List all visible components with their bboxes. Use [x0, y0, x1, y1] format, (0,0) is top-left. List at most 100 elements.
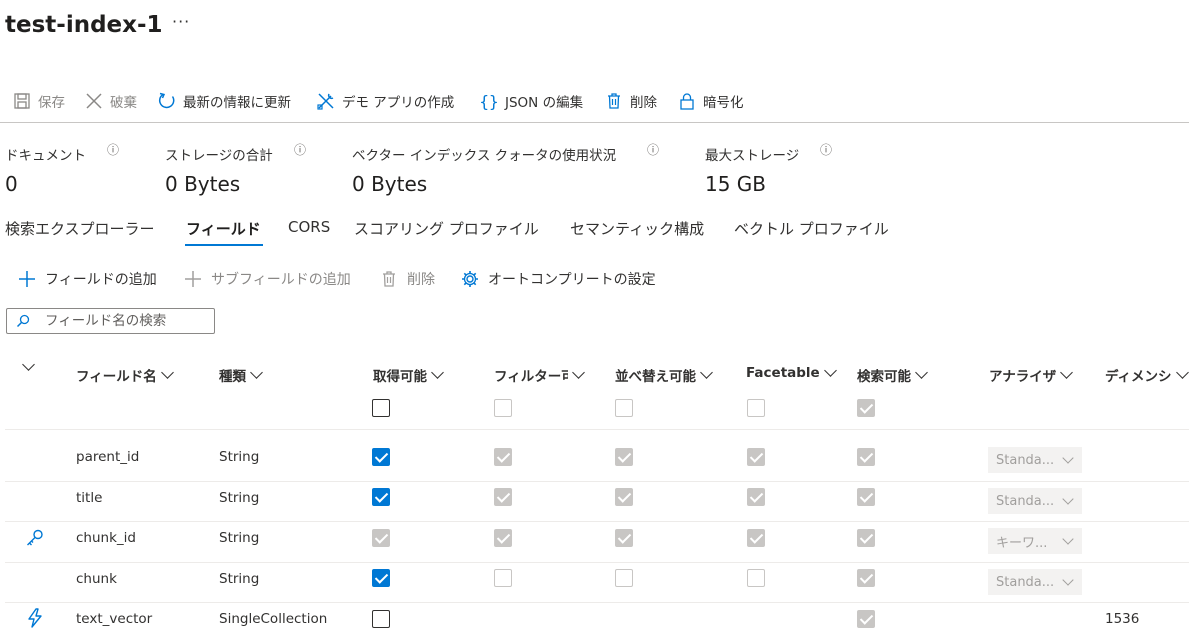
facetable-checkbox[interactable] — [747, 448, 765, 466]
searchable-checkbox[interactable] — [857, 448, 875, 466]
sortable-checkbox[interactable] — [615, 488, 633, 506]
delete-index-label: 削除 — [630, 95, 657, 111]
create-demo-app-label: デモ アプリの作成 — [342, 95, 455, 111]
filterable-checkbox[interactable] — [494, 488, 512, 506]
select-all-sortable-checkbox[interactable] — [615, 399, 633, 417]
column-header-searchable[interactable]: 検索可能 — [857, 365, 928, 385]
create-demo-app-button[interactable]: デモ アプリの作成 — [316, 86, 454, 116]
discard-label: 破棄 — [110, 95, 137, 111]
add-subfield-label: サブフィールドの追加 — [211, 272, 351, 288]
column-header-sortable[interactable]: 並べ替え可能 — [615, 365, 713, 385]
chevron-down-icon — [160, 366, 174, 379]
command-bar: 保存 破棄 最新の情報に更新 デモ アプリの作成 {} JSON の編集 削除 … — [0, 86, 1189, 123]
select-all-retrievable-checkbox[interactable] — [372, 399, 390, 417]
delete-field-button[interactable]: 削除 — [379, 267, 435, 291]
column-header-facetable[interactable]: Facetable — [746, 364, 837, 381]
autocomplete-settings-button[interactable]: オートコンプリートの設定 — [460, 267, 656, 291]
tab-semantic-configuration[interactable]: セマンティック構成 — [570, 218, 704, 239]
retrievable-checkbox[interactable] — [372, 529, 390, 547]
analyzer-dropdown[interactable]: キーワ... — [988, 528, 1082, 554]
retrievable-checkbox[interactable] — [372, 569, 390, 587]
filterable-checkbox[interactable] — [494, 448, 512, 466]
column-header-analyzer[interactable]: アナライザ — [989, 365, 1074, 385]
tab-scoring-profiles[interactable]: スコアリング プロファイル — [354, 218, 539, 239]
refresh-button[interactable]: 最新の情報に更新 — [157, 86, 291, 116]
field-name[interactable]: title — [76, 490, 102, 506]
chevron-down-icon — [572, 366, 585, 379]
column-header-filterable-label: フィルター可 — [494, 369, 568, 385]
autocomplete-settings-label: オートコンプリートの設定 — [488, 272, 656, 288]
save-button[interactable]: 保存 — [12, 86, 65, 116]
field-type: String — [219, 571, 260, 587]
chevron-down-icon — [431, 366, 444, 379]
save-label: 保存 — [38, 95, 65, 111]
active-tab-indicator — [185, 244, 263, 246]
plus-icon — [183, 269, 203, 289]
stat-documents-value: 0 — [5, 172, 18, 196]
column-header-retrievable[interactable]: 取得可能 — [373, 365, 444, 385]
add-subfield-button[interactable]: サブフィールドの追加 — [183, 267, 351, 291]
tab-search-explorer[interactable]: 検索エクスプローラー — [5, 218, 155, 239]
searchable-checkbox[interactable] — [857, 488, 875, 506]
tab-vector-profiles[interactable]: ベクトル プロファイル — [734, 218, 889, 239]
add-field-label: フィールドの追加 — [45, 272, 157, 288]
stat-max-storage-label: 最大ストレージ — [705, 148, 800, 164]
column-header-name-label: フィールド名 — [76, 369, 157, 385]
column-header-dimensions[interactable]: ディメンシ — [1105, 365, 1189, 385]
chevron-down-icon — [915, 366, 928, 379]
analyzer-dropdown[interactable]: Standa... — [988, 488, 1082, 514]
field-name[interactable]: chunk_id — [76, 530, 136, 546]
field-name[interactable]: chunk — [76, 571, 117, 587]
select-all-facetable-checkbox[interactable] — [747, 399, 765, 417]
column-header-type-label: 種類 — [219, 369, 246, 385]
stat-total-storage-value: 0 Bytes — [165, 172, 241, 196]
chevron-down-icon — [1175, 366, 1189, 379]
facetable-checkbox[interactable] — [747, 529, 765, 547]
chevron-down-icon — [1062, 493, 1074, 505]
delete-index-button[interactable]: 削除 — [604, 86, 657, 116]
discard-button[interactable]: 破棄 — [84, 86, 137, 116]
retrievable-checkbox[interactable] — [372, 610, 390, 628]
filterable-checkbox[interactable] — [494, 529, 512, 547]
tab-cors[interactable]: CORS — [288, 218, 330, 236]
sortable-checkbox[interactable] — [615, 569, 633, 587]
field-type: String — [219, 449, 260, 465]
sortable-checkbox[interactable] — [615, 529, 633, 547]
tab-fields[interactable]: フィールド — [186, 218, 261, 239]
searchable-checkbox[interactable] — [857, 529, 875, 547]
filterable-checkbox[interactable] — [494, 569, 512, 587]
save-icon — [12, 91, 32, 111]
field-search-input[interactable] — [45, 313, 205, 329]
info-icon[interactable]: ⓘ — [107, 141, 119, 158]
field-name[interactable]: parent_id — [76, 449, 139, 465]
column-header-searchable-label: 検索可能 — [857, 369, 911, 385]
searchable-checkbox[interactable] — [857, 610, 875, 628]
info-icon[interactable]: ⓘ — [647, 141, 659, 158]
column-header-filterable[interactable]: フィルター可 — [494, 365, 592, 385]
more-options-button[interactable]: ··· — [172, 12, 190, 31]
select-all-searchable-checkbox[interactable] — [857, 399, 875, 417]
select-all-filterable-checkbox[interactable] — [494, 399, 512, 417]
field-type: SingleCollection — [219, 611, 328, 627]
retrievable-checkbox[interactable] — [372, 448, 390, 466]
column-header-type[interactable]: 種類 — [219, 365, 263, 385]
retrievable-checkbox[interactable] — [372, 488, 390, 506]
sortable-checkbox[interactable] — [615, 448, 633, 466]
analyzer-dropdown[interactable]: Standa... — [988, 447, 1082, 473]
edit-json-button[interactable]: {} JSON の編集 — [479, 86, 583, 116]
expand-all-toggle[interactable] — [22, 358, 35, 371]
encryption-button[interactable]: 暗号化 — [677, 86, 744, 116]
facetable-checkbox[interactable] — [747, 569, 765, 587]
analyzer-dropdown[interactable]: Standa... — [988, 569, 1082, 595]
info-icon[interactable]: ⓘ — [294, 141, 306, 158]
column-header-name[interactable]: フィールド名 — [76, 365, 174, 385]
facetable-checkbox[interactable] — [747, 488, 765, 506]
field-search-box[interactable] — [6, 308, 215, 334]
info-icon[interactable]: ⓘ — [820, 141, 832, 158]
delete-field-label: 削除 — [407, 272, 435, 288]
searchable-checkbox[interactable] — [857, 569, 875, 587]
field-name[interactable]: text_vector — [76, 611, 152, 627]
row-divider — [5, 429, 1189, 430]
stat-vector-quota-label: ベクター インデックス クォータの使用状況 — [352, 148, 617, 164]
add-field-button[interactable]: フィールドの追加 — [17, 267, 157, 291]
